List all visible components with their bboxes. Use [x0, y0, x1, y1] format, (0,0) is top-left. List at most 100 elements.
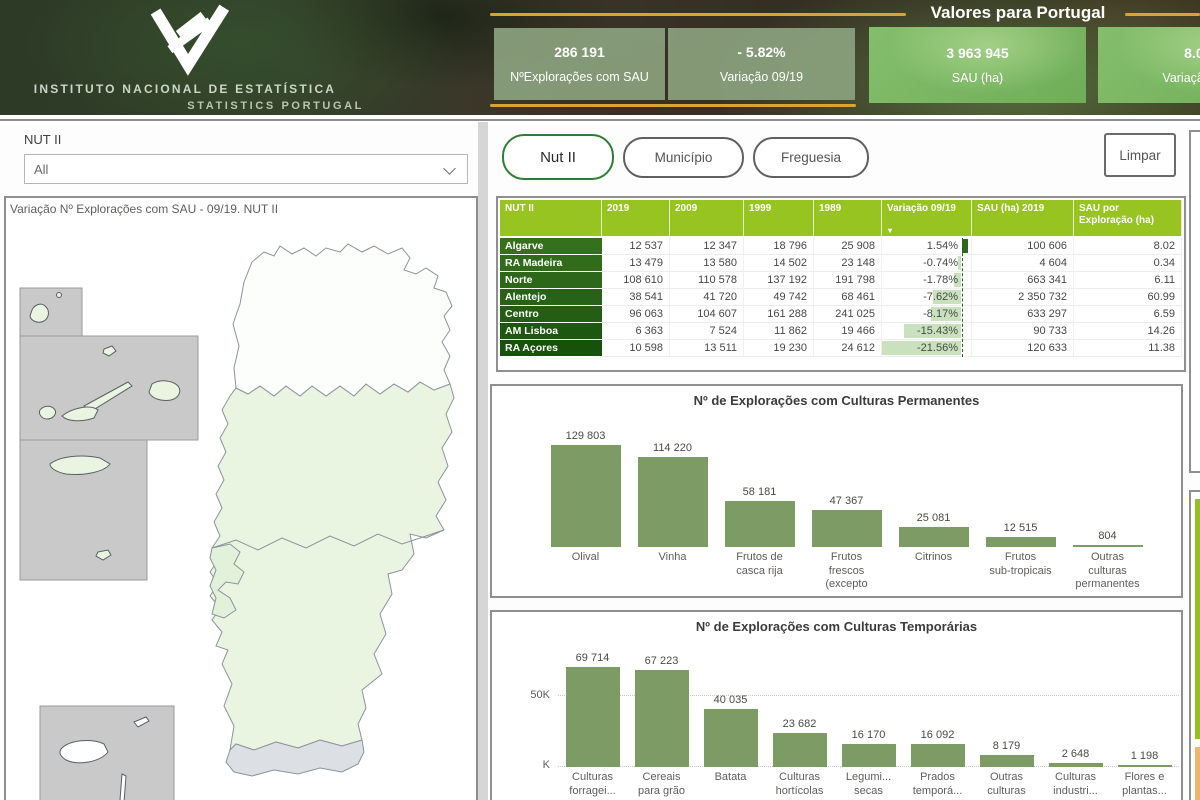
kpi-card-variacao-exploracoes: - 5.82% Variação 09/19 — [668, 28, 855, 100]
table-row[interactable]: Alentejo38 54141 72049 74268 461-7.62%2 … — [500, 289, 1182, 306]
category-label: Batata — [696, 771, 765, 798]
bar-value-label: 16 170 — [852, 729, 886, 741]
bar-slot: 23 682 — [765, 650, 834, 767]
bar[interactable] — [812, 510, 882, 547]
column-header[interactable]: SAU (ha) 2019 — [972, 200, 1074, 236]
column-header[interactable]: 1989 — [814, 200, 882, 236]
map-region-norte[interactable] — [233, 244, 452, 396]
bar-value-label: 25 081 — [917, 512, 951, 524]
chart-plot: 129 803114 22058 18147 36725 08112 51580… — [542, 420, 1151, 547]
variation-databar — [958, 256, 961, 270]
clipped-panel-right-bottom — [1189, 490, 1200, 800]
category-label: Culturasforragei... — [558, 771, 627, 798]
bar[interactable] — [1073, 545, 1143, 547]
value-cell: -0.74% — [882, 255, 972, 272]
value-cell: 14 502 — [744, 255, 814, 272]
kpi-value: - 5.82% — [737, 44, 785, 60]
category-label: Outrasculturaspermanentes — [1064, 551, 1151, 592]
dropdown-value: All — [34, 162, 48, 177]
value-cell: 8.02 — [1074, 238, 1182, 255]
category-label: Culturasindustri... — [1041, 771, 1110, 798]
level-button-nut2[interactable]: Nut II — [502, 134, 614, 180]
value-cell: -7.62% — [882, 289, 972, 306]
column-header-variacao[interactable]: Variação 09/19 ▾ — [882, 200, 972, 236]
column-header[interactable]: SAU por Exploração (ha) — [1074, 200, 1182, 236]
table-row[interactable]: RA Madeira13 47913 58014 50223 148-0.74%… — [500, 255, 1182, 272]
value-cell: 49 742 — [744, 289, 814, 306]
slicer-title: NUT II — [24, 132, 61, 147]
table-row[interactable]: AM Lisboa6 3637 52411 86219 466-15.43%90… — [500, 323, 1182, 340]
value-cell: 10 598 — [602, 340, 670, 357]
region-label-cell[interactable]: Centro — [500, 306, 602, 323]
chevron-down-icon[interactable] — [443, 162, 456, 175]
value-cell: -1.78% — [882, 272, 972, 289]
bar[interactable] — [842, 744, 896, 767]
bar-slot: 40 035 — [696, 650, 765, 767]
bar[interactable] — [980, 755, 1034, 767]
value-cell: -15.43% — [882, 323, 972, 340]
value-cell: -21.56% — [882, 340, 972, 357]
value-cell: 18 796 — [744, 238, 814, 255]
bar[interactable] — [566, 667, 620, 767]
azores-inset-corvo-flores[interactable] — [20, 288, 82, 336]
region-table-panel: NUT II 2019 2009 1999 1989 Variação 09/1… — [496, 196, 1186, 372]
bar[interactable] — [704, 709, 758, 767]
column-header[interactable]: 1999 — [744, 200, 814, 236]
bar[interactable] — [986, 537, 1056, 547]
column-header[interactable]: NUT II — [500, 200, 602, 236]
table-row[interactable]: Norte108 610110 578137 192191 798-1.78%6… — [500, 272, 1182, 289]
column-divider — [478, 122, 488, 800]
column-header[interactable]: 2009 — [670, 200, 744, 236]
nut2-dropdown[interactable]: All — [24, 154, 468, 184]
y-axis-tick: 50K — [516, 689, 550, 701]
bar[interactable] — [635, 670, 689, 767]
bar-value-label: 69 714 — [576, 652, 610, 664]
bar-value-label: 12 515 — [1004, 522, 1038, 534]
chart-title: Nº de Explorações com Culturas Temporári… — [492, 619, 1181, 634]
value-cell: 14.26 — [1074, 323, 1182, 340]
category-label: Pradostemporá... — [903, 771, 972, 798]
header-separator-line — [0, 119, 1200, 121]
category-label: Legumi...secas — [834, 771, 903, 798]
bar[interactable] — [1049, 763, 1103, 767]
bar[interactable] — [899, 527, 969, 547]
bar-slot: 67 223 — [627, 650, 696, 767]
value-cell: 60.99 — [1074, 289, 1182, 306]
kpi-value: 286 191 — [554, 44, 605, 60]
clear-filters-button[interactable]: Limpar — [1104, 133, 1176, 177]
y-axis-tick: K — [516, 759, 550, 771]
value-cell: 110 578 — [670, 272, 744, 289]
logo-text-en: STATISTICS PORTUGAL — [6, 100, 364, 112]
column-header[interactable]: 2019 — [602, 200, 670, 236]
value-cell: 24 612 — [814, 340, 882, 357]
region-label-cell[interactable]: Norte — [500, 272, 602, 289]
level-button-municipio[interactable]: Município — [623, 137, 744, 178]
table-row[interactable]: Algarve12 53712 34718 79625 9081.54%100 … — [500, 238, 1182, 255]
region-label-cell[interactable]: RA Açores — [500, 340, 602, 357]
value-cell: 191 798 — [814, 272, 882, 289]
bar[interactable] — [725, 501, 795, 547]
region-label-cell[interactable]: Alentejo — [500, 289, 602, 306]
map-region-centro-alentejo[interactable] — [210, 382, 454, 750]
value-cell: 19 466 — [814, 323, 882, 340]
bar[interactable] — [638, 457, 708, 547]
value-cell: -8.17% — [882, 306, 972, 323]
value-cell: 104 607 — [670, 306, 744, 323]
bar[interactable] — [911, 744, 965, 767]
bar-slot: 58 181 — [716, 420, 803, 547]
map-panel: Variação Nº Explorações com SAU - 09/19.… — [4, 196, 478, 800]
region-label-cell[interactable]: RA Madeira — [500, 255, 602, 272]
bar[interactable] — [773, 733, 827, 767]
ine-logo-icon — [138, 2, 238, 82]
databar-zero-axis — [962, 238, 963, 357]
table-row[interactable]: RA Açores10 59813 51119 23024 612-21.56%… — [500, 340, 1182, 357]
value-cell: 663 341 — [972, 272, 1074, 289]
value-cell: 100 606 — [972, 238, 1074, 255]
bar[interactable] — [551, 445, 621, 547]
region-label-cell[interactable]: AM Lisboa — [500, 323, 602, 340]
region-label-cell[interactable]: Algarve — [500, 238, 602, 255]
value-cell: 0.34 — [1074, 255, 1182, 272]
bar[interactable] — [1118, 765, 1172, 767]
level-button-freguesia[interactable]: Freguesia — [753, 137, 869, 178]
table-row[interactable]: Centro96 063104 607161 288241 025-8.17%6… — [500, 306, 1182, 323]
